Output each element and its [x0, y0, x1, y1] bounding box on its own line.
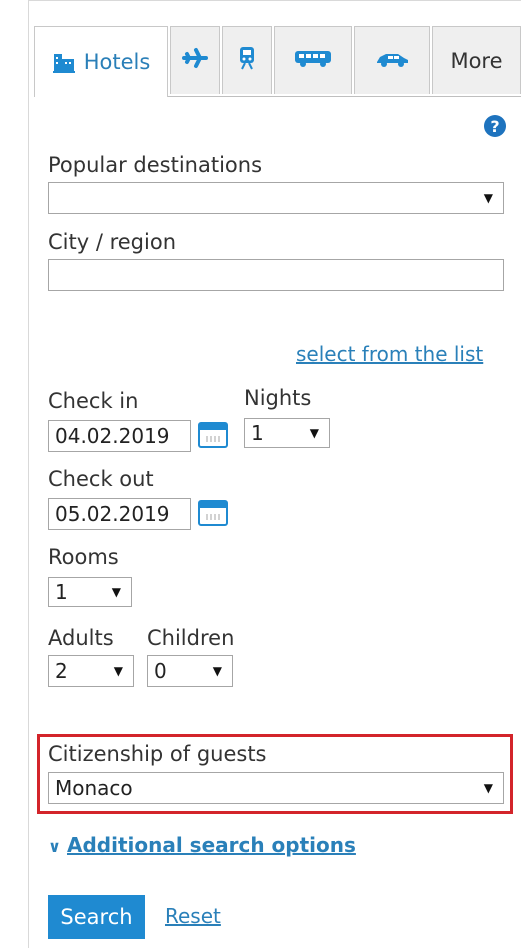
- additional-options-label: Additional search options: [67, 833, 356, 857]
- nights-label: Nights: [244, 386, 312, 410]
- dropdown-arrow-icon: ▼: [212, 664, 222, 678]
- tab-hotels-label: Hotels: [83, 50, 151, 74]
- check-in-label: Check in: [48, 389, 139, 413]
- tab-car[interactable]: [354, 26, 430, 94]
- tab-flights[interactable]: [170, 26, 220, 94]
- tab-hotels[interactable]: Hotels: [34, 26, 168, 97]
- additional-search-options-link[interactable]: ∨ Additional search options: [48, 833, 356, 857]
- popular-destinations-label: Popular destinations: [48, 153, 263, 177]
- airplane-icon: [182, 47, 208, 74]
- adults-value: 2: [55, 659, 68, 683]
- check-out-input[interactable]: 05.02.2019: [48, 498, 191, 530]
- tab-trains[interactable]: [222, 26, 272, 94]
- adults-select[interactable]: 2 ▼: [48, 655, 134, 687]
- hotel-icon: [52, 51, 76, 73]
- adults-label: Adults: [48, 626, 114, 650]
- dropdown-arrow-icon: ▼: [113, 664, 123, 678]
- nights-value: 1: [251, 421, 264, 445]
- car-icon: [374, 49, 410, 73]
- children-value: 0: [154, 659, 167, 683]
- city-region-label: City / region: [48, 230, 176, 254]
- rooms-label: Rooms: [48, 545, 119, 569]
- children-select[interactable]: 0 ▼: [147, 655, 233, 687]
- tab-bus[interactable]: [274, 26, 352, 94]
- children-label: Children: [147, 626, 235, 650]
- search-button[interactable]: Search: [48, 895, 145, 939]
- tab-more[interactable]: More: [432, 26, 521, 94]
- select-from-list-link[interactable]: select from the list: [296, 342, 483, 366]
- bus-icon: [293, 48, 333, 73]
- check-out-value: 05.02.2019: [55, 502, 170, 526]
- chevron-down-icon: ∨: [48, 837, 61, 856]
- rooms-value: 1: [55, 580, 68, 604]
- citizenship-label: Citizenship of guests: [48, 742, 267, 766]
- dropdown-arrow-icon: ▼: [111, 585, 121, 599]
- check-out-label: Check out: [48, 467, 154, 491]
- dropdown-arrow-icon: ▼: [483, 781, 493, 795]
- dropdown-arrow-icon: ▼: [483, 191, 493, 205]
- nights-select[interactable]: 1 ▼: [244, 418, 330, 448]
- reset-link[interactable]: Reset: [165, 904, 221, 928]
- help-icon[interactable]: ?: [484, 115, 506, 137]
- calendar-icon[interactable]: [198, 422, 228, 448]
- tab-more-label: More: [450, 48, 503, 73]
- rooms-select[interactable]: 1 ▼: [48, 577, 132, 607]
- citizenship-select[interactable]: Monaco ▼: [48, 772, 504, 804]
- calendar-icon[interactable]: [198, 500, 228, 526]
- popular-destinations-select[interactable]: ▼: [48, 182, 504, 214]
- citizenship-value: Monaco: [55, 776, 133, 800]
- check-in-value: 04.02.2019: [55, 424, 170, 448]
- check-in-input[interactable]: 04.02.2019: [48, 420, 191, 452]
- tab-bar: Hotels More: [34, 26, 521, 97]
- dropdown-arrow-icon: ▼: [309, 426, 319, 440]
- train-icon: [236, 45, 258, 76]
- city-region-input[interactable]: [48, 259, 504, 291]
